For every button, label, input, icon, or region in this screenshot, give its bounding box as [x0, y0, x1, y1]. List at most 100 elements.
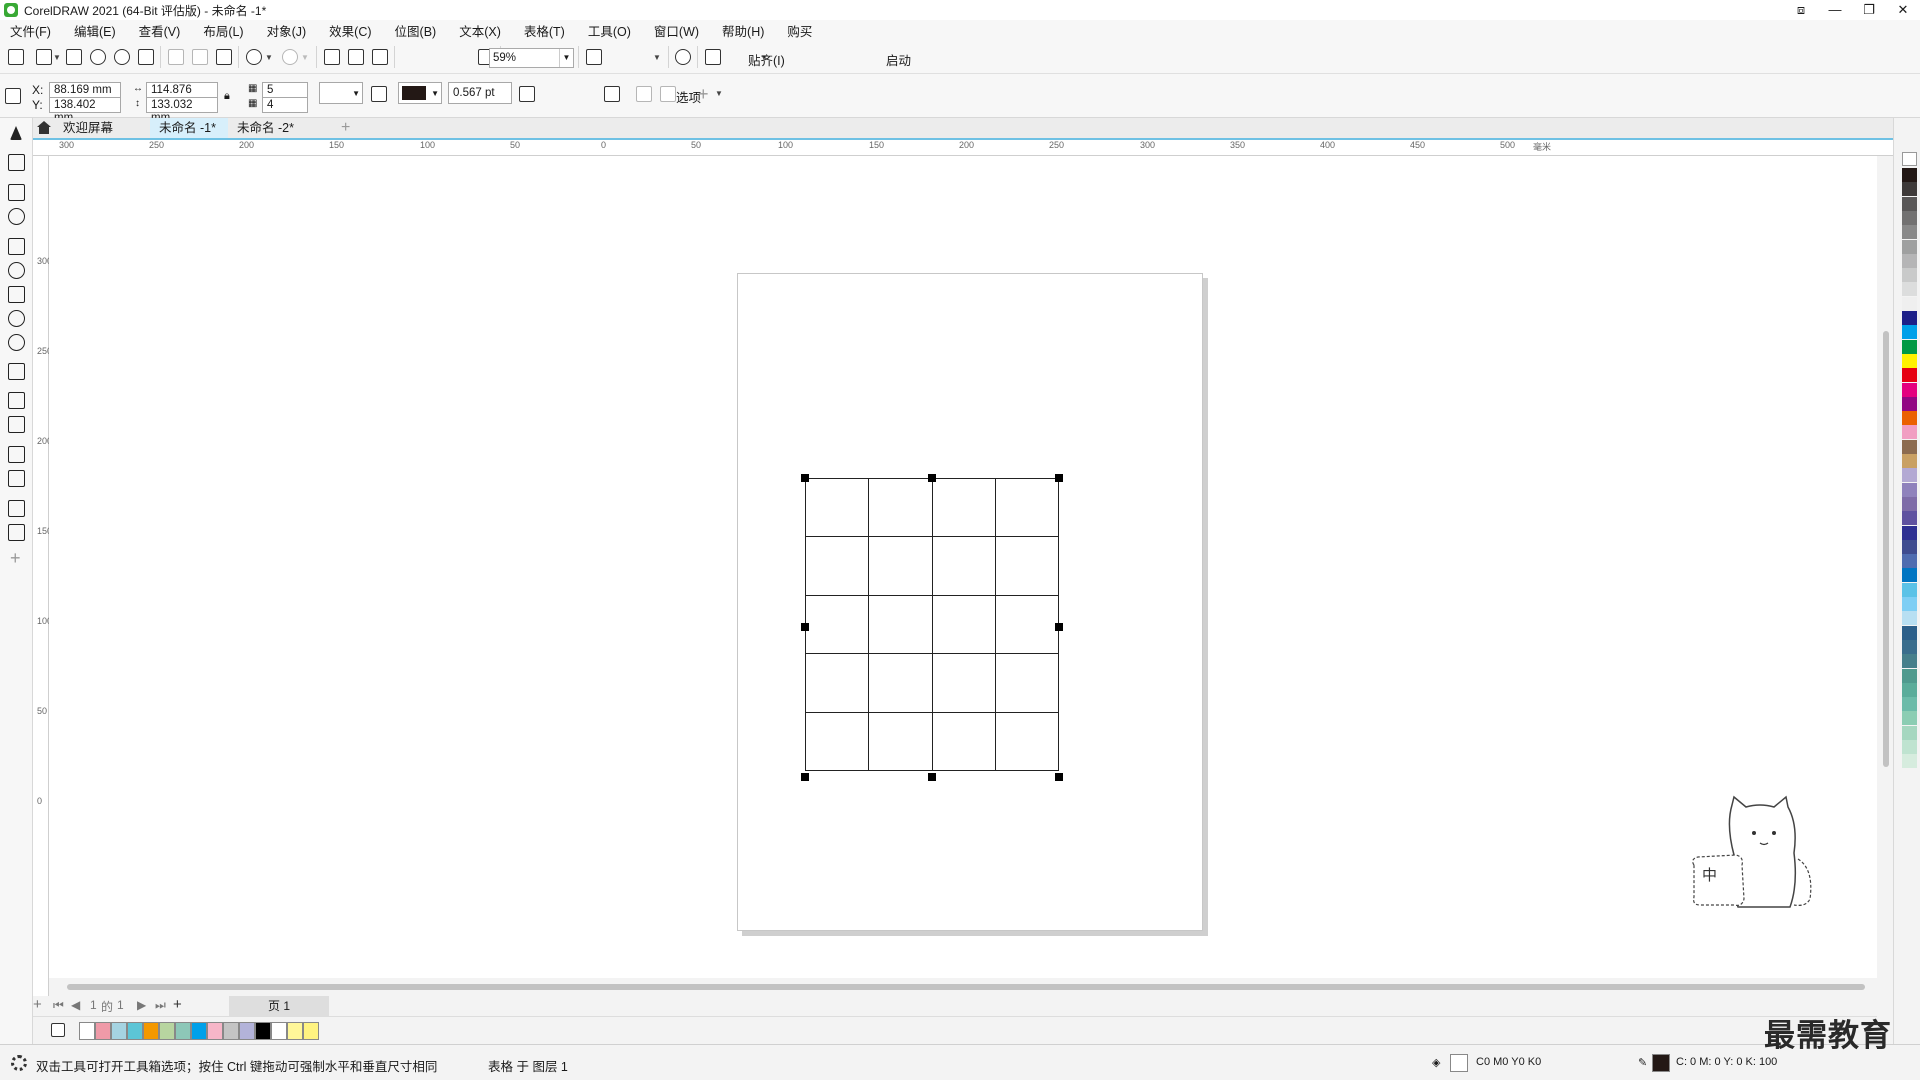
- columns-field[interactable]: 4: [262, 97, 308, 113]
- launch-button[interactable]: 启动: [886, 50, 911, 69]
- document-palette-swatch[interactable]: [175, 1022, 191, 1040]
- outline-width-field[interactable]: 0.567 pt: [448, 82, 512, 104]
- palette-swatch[interactable]: [1902, 425, 1917, 440]
- save-icon[interactable]: [66, 49, 82, 65]
- palette-swatch[interactable]: [1902, 582, 1917, 597]
- bring-to-front-icon[interactable]: [636, 86, 652, 102]
- freehand-tool-icon[interactable]: [8, 238, 25, 255]
- document-palette-swatch[interactable]: [271, 1022, 287, 1040]
- table-cell[interactable]: [931, 711, 996, 772]
- menu-buy[interactable]: 购买: [787, 21, 812, 40]
- add-property-icon[interactable]: +: [698, 84, 709, 105]
- eyedropper-icon[interactable]: [51, 1023, 65, 1037]
- cloud-upload-icon[interactable]: [114, 49, 130, 65]
- palette-swatch[interactable]: [1902, 396, 1917, 411]
- table-cell[interactable]: [804, 477, 870, 538]
- palette-swatch[interactable]: [1902, 225, 1917, 240]
- document-palette-swatch[interactable]: [223, 1022, 239, 1040]
- outline-color-swatch[interactable]: [1652, 1054, 1670, 1072]
- menu-edit[interactable]: 编辑(E): [74, 21, 116, 40]
- first-page-icon[interactable]: ⏮: [53, 998, 64, 1013]
- document-table[interactable]: [804, 477, 1060, 772]
- palette-swatch[interactable]: [1902, 740, 1917, 754]
- selection-handle[interactable]: [1055, 773, 1063, 781]
- y-position-field[interactable]: 138.402 mm: [49, 97, 121, 124]
- palette-swatch[interactable]: [1902, 239, 1917, 254]
- table-cell[interactable]: [994, 536, 1060, 596]
- palette-swatch[interactable]: [1902, 325, 1917, 340]
- table-cell[interactable]: [931, 477, 996, 538]
- table-cell[interactable]: [868, 594, 933, 655]
- selection-handle[interactable]: [801, 474, 809, 482]
- crop-tool-icon[interactable]: [8, 184, 25, 201]
- palette-swatch[interactable]: [1902, 539, 1917, 554]
- table-cell[interactable]: [868, 536, 933, 596]
- transparency-tool-icon[interactable]: [8, 470, 25, 487]
- border-color-picker[interactable]: ▼: [398, 82, 442, 104]
- add-tool-icon[interactable]: +: [10, 548, 21, 569]
- zoom-level-combo[interactable]: 59% ▼: [489, 48, 574, 68]
- document-palette-swatch[interactable]: [239, 1022, 255, 1040]
- export-icon[interactable]: [348, 49, 364, 65]
- publish-pdf-icon[interactable]: [372, 49, 388, 65]
- rows-field[interactable]: 5: [262, 82, 308, 98]
- palette-swatch[interactable]: [1902, 339, 1917, 354]
- palette-swatch[interactable]: [1902, 711, 1917, 726]
- document-palette-swatch[interactable]: [143, 1022, 159, 1040]
- palette-swatch[interactable]: [1902, 668, 1917, 683]
- horizontal-ruler[interactable]: 300 250 200 150 100 50 0 50 100 150 200 …: [33, 140, 1893, 156]
- table-cell[interactable]: [994, 594, 1060, 655]
- vertical-scrollbar[interactable]: [1877, 156, 1893, 996]
- maximize-button[interactable]: ❐: [1852, 0, 1886, 20]
- palette-swatch[interactable]: [1902, 253, 1917, 268]
- pick-tool-icon[interactable]: [10, 126, 22, 140]
- palette-swatch[interactable]: [1902, 282, 1917, 297]
- ellipse-tool-icon[interactable]: [8, 310, 25, 327]
- restore-mode-icon[interactable]: ⧈: [1784, 0, 1818, 20]
- snap-dropdown-icon[interactable]: ▼: [653, 53, 661, 62]
- artistic-media-tool-icon[interactable]: [8, 262, 25, 279]
- selection-handle[interactable]: [801, 773, 809, 781]
- no-color-swatch[interactable]: [79, 1022, 95, 1040]
- polygon-tool-icon[interactable]: [8, 334, 25, 351]
- new-document-icon[interactable]: [8, 49, 24, 65]
- menu-view[interactable]: 查看(V): [139, 21, 181, 40]
- chevron-down-icon[interactable]: ▼: [431, 89, 439, 98]
- selection-handle[interactable]: [1055, 623, 1063, 631]
- selection-handle[interactable]: [928, 773, 936, 781]
- palette-swatch[interactable]: [1902, 754, 1917, 769]
- options-dropdown-icon[interactable]: ▼: [715, 89, 723, 98]
- last-page-icon[interactable]: ⏭: [155, 998, 166, 1013]
- menu-window[interactable]: 窗口(W): [654, 21, 699, 40]
- menu-layout[interactable]: 布局(L): [203, 21, 243, 40]
- palette-swatch[interactable]: [1902, 168, 1917, 182]
- ime-mascot[interactable]: 中: [1688, 795, 1820, 913]
- vertical-scroll-thumb[interactable]: [1883, 331, 1889, 767]
- selection-handle[interactable]: [801, 623, 809, 631]
- zoom-tool-icon[interactable]: [8, 208, 25, 225]
- snap-off-icon[interactable]: [586, 49, 602, 65]
- object-origin-icon[interactable]: [5, 88, 21, 104]
- palette-swatch[interactable]: [1902, 210, 1917, 225]
- palette-swatch[interactable]: [1902, 496, 1917, 511]
- palette-swatch[interactable]: [1902, 482, 1917, 497]
- gear-icon[interactable]: [675, 49, 691, 65]
- document-palette-swatch[interactable]: [111, 1022, 127, 1040]
- palette-swatch[interactable]: [1902, 353, 1917, 368]
- tab-untitled-1[interactable]: 未命名 -1*: [150, 118, 228, 138]
- table-cell[interactable]: [931, 653, 996, 713]
- redo-dropdown-icon[interactable]: ▼: [301, 53, 309, 62]
- table-background-color-picker[interactable]: ▼: [319, 82, 363, 104]
- table-cell[interactable]: [804, 653, 870, 713]
- horizontal-scrollbar[interactable]: [49, 978, 1877, 996]
- eyedropper-tool-icon[interactable]: [8, 500, 25, 517]
- palette-swatch[interactable]: [1902, 268, 1917, 283]
- table-cell[interactable]: [994, 653, 1060, 713]
- menu-tools[interactable]: 工具(O): [588, 21, 631, 40]
- home-icon[interactable]: [37, 121, 51, 134]
- document-palette-swatch[interactable]: [255, 1022, 271, 1040]
- shape-tool-icon[interactable]: [8, 154, 25, 171]
- table-cell[interactable]: [804, 711, 870, 772]
- table-cell[interactable]: [804, 536, 870, 596]
- menu-effects[interactable]: 效果(C): [329, 21, 371, 40]
